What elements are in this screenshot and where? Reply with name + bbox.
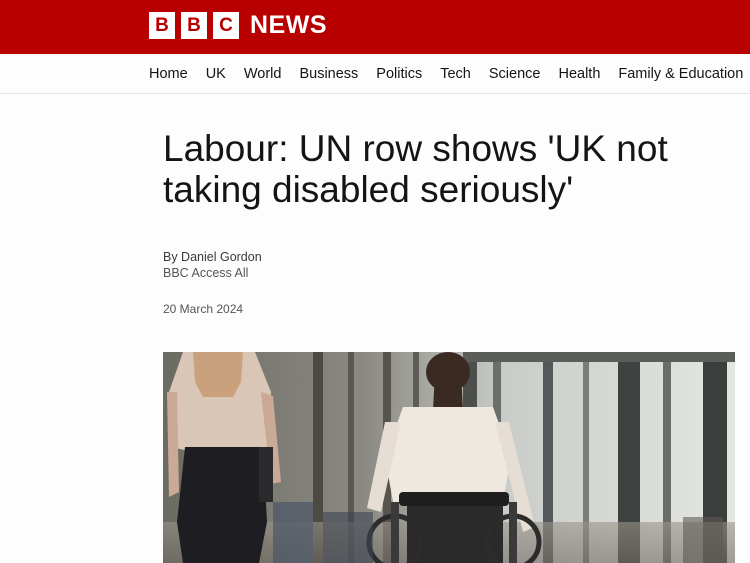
nav-item-family-education[interactable]: Family & Education (618, 66, 743, 82)
nav-item-world[interactable]: World (244, 66, 282, 82)
logo-news-text: NEWS (250, 11, 327, 39)
bbc-news-logo[interactable]: B B C NEWS (149, 12, 327, 39)
nav-item-politics[interactable]: Politics (376, 66, 422, 82)
logo-letter-b2: B (181, 12, 207, 39)
hero-image (163, 352, 735, 563)
author-name: By Daniel Gordon (163, 250, 262, 264)
logo-letter-b1: B (149, 12, 175, 39)
nav-item-tech[interactable]: Tech (440, 66, 471, 82)
publish-date: 20 March 2024 (163, 302, 244, 316)
nav-item-science[interactable]: Science (489, 66, 541, 82)
nav-item-uk[interactable]: UK (206, 66, 226, 82)
nav-item-business[interactable]: Business (299, 66, 358, 82)
article-headline: Labour: UN row shows 'UK not taking disa… (163, 128, 668, 210)
hero-photo-illustration (163, 352, 735, 563)
main-navigation: Home UK World Business Politics Tech Sci… (0, 54, 750, 94)
nav-item-health[interactable]: Health (558, 66, 600, 82)
logo-letter-c: C (213, 12, 239, 39)
nav-item-home[interactable]: Home (149, 66, 188, 82)
masthead: B B C NEWS (0, 0, 750, 54)
byline: By Daniel Gordon BBC Access All (163, 249, 262, 281)
author-department: BBC Access All (163, 266, 249, 280)
